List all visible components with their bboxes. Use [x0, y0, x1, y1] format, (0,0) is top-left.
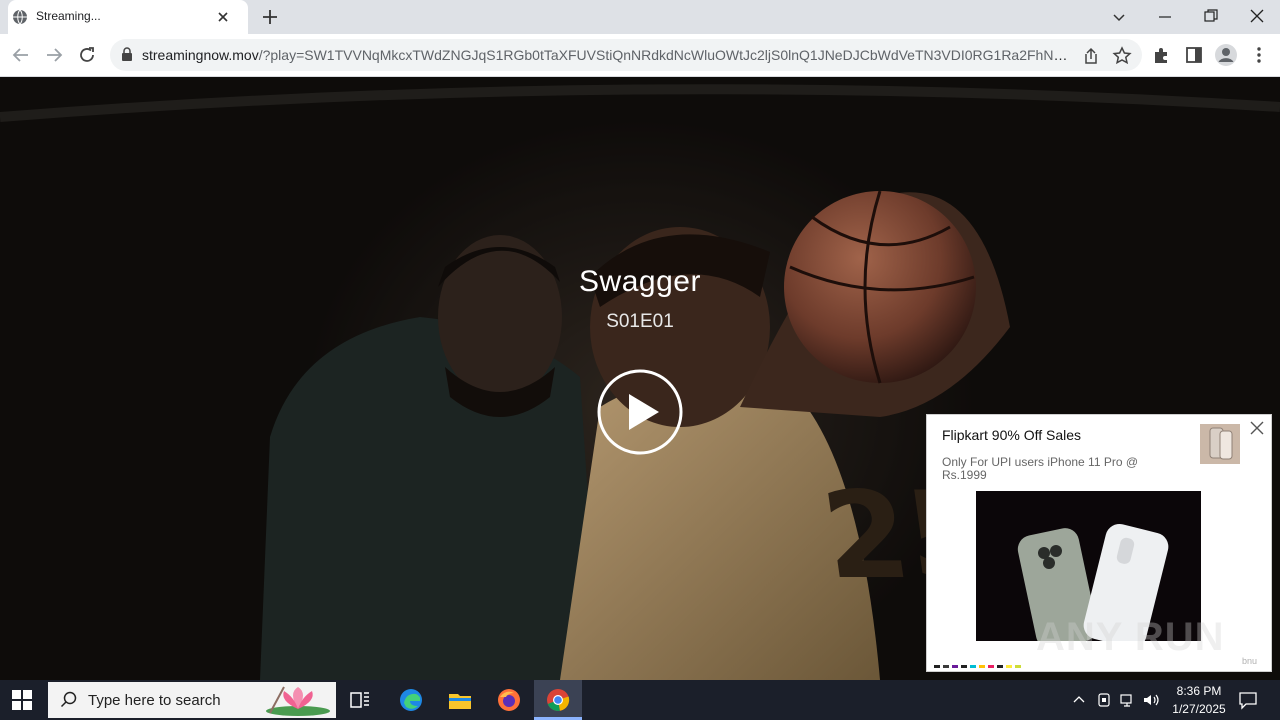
ad-description[interactable]: Only For UPI users iPhone 11 Pro @ Rs.19…: [942, 456, 1142, 482]
share-icon[interactable]: [1080, 45, 1102, 67]
file-explorer-icon[interactable]: [447, 687, 473, 713]
search-icon: [60, 691, 77, 708]
notification-icon[interactable]: [1238, 690, 1258, 710]
forward-arrow-icon[interactable]: [43, 44, 65, 66]
task-view-icon[interactable]: [347, 687, 373, 713]
bookmark-star-icon[interactable]: [1111, 45, 1133, 67]
window-close-icon[interactable]: [1248, 7, 1266, 25]
ad-brand-label: bnu: [1242, 656, 1258, 666]
network-icon[interactable]: [1119, 692, 1135, 708]
clock-time[interactable]: 8:36 PM: [1168, 684, 1230, 698]
url-text[interactable]: streamingnow.mov/?play=SW1TVVNqMkcxTWdZN…: [142, 47, 1068, 63]
edge-icon[interactable]: [398, 687, 424, 713]
new-tab-plus-icon[interactable]: [260, 7, 280, 27]
lotus-icon: [266, 686, 330, 716]
ad-color-strip: [934, 665, 1021, 668]
show-title: Swagger: [579, 265, 701, 298]
restore-icon[interactable]: [1202, 7, 1220, 25]
ad-close-icon[interactable]: [1249, 420, 1265, 436]
device-tray-icon[interactable]: [1096, 692, 1112, 708]
side-panel-icon[interactable]: [1183, 44, 1205, 66]
url-host: streamingnow.mov: [142, 47, 259, 63]
chrome-icon[interactable]: [545, 687, 571, 713]
clock-date[interactable]: 1/27/2025: [1168, 702, 1230, 716]
tab-search-chevron-icon[interactable]: [1110, 8, 1128, 26]
kebab-menu-icon[interactable]: [1248, 44, 1270, 66]
play-icon[interactable]: [596, 368, 684, 456]
ad-title[interactable]: Flipkart 90% Off Sales: [942, 427, 1081, 443]
firefox-icon[interactable]: [496, 687, 522, 713]
windows-start-icon[interactable]: [12, 690, 32, 710]
back-arrow-icon[interactable]: [10, 44, 32, 66]
profile-person-icon[interactable]: [1214, 43, 1238, 67]
volume-icon[interactable]: [1142, 692, 1160, 708]
ad-thumbnail[interactable]: [1200, 424, 1240, 464]
minimize-icon[interactable]: [1156, 8, 1174, 26]
url-path: /?play=SW1TVVNqMkcxTWdZNGJqS1RGb0tTaXFUV…: [258, 47, 1068, 63]
globe-icon: [13, 9, 27, 25]
tab-close-icon[interactable]: [214, 8, 232, 26]
lock-icon[interactable]: [121, 47, 133, 61]
extensions-puzzle-icon[interactable]: [1150, 44, 1172, 66]
reload-icon[interactable]: [76, 44, 98, 66]
watermark: ANY RUN: [1036, 615, 1225, 659]
chevron-up-icon[interactable]: [1071, 692, 1087, 708]
taskbar-search-placeholder[interactable]: Type here to search: [88, 692, 221, 709]
episode-label: S01E01: [606, 311, 674, 332]
tab-title: Streaming...: [36, 9, 101, 23]
